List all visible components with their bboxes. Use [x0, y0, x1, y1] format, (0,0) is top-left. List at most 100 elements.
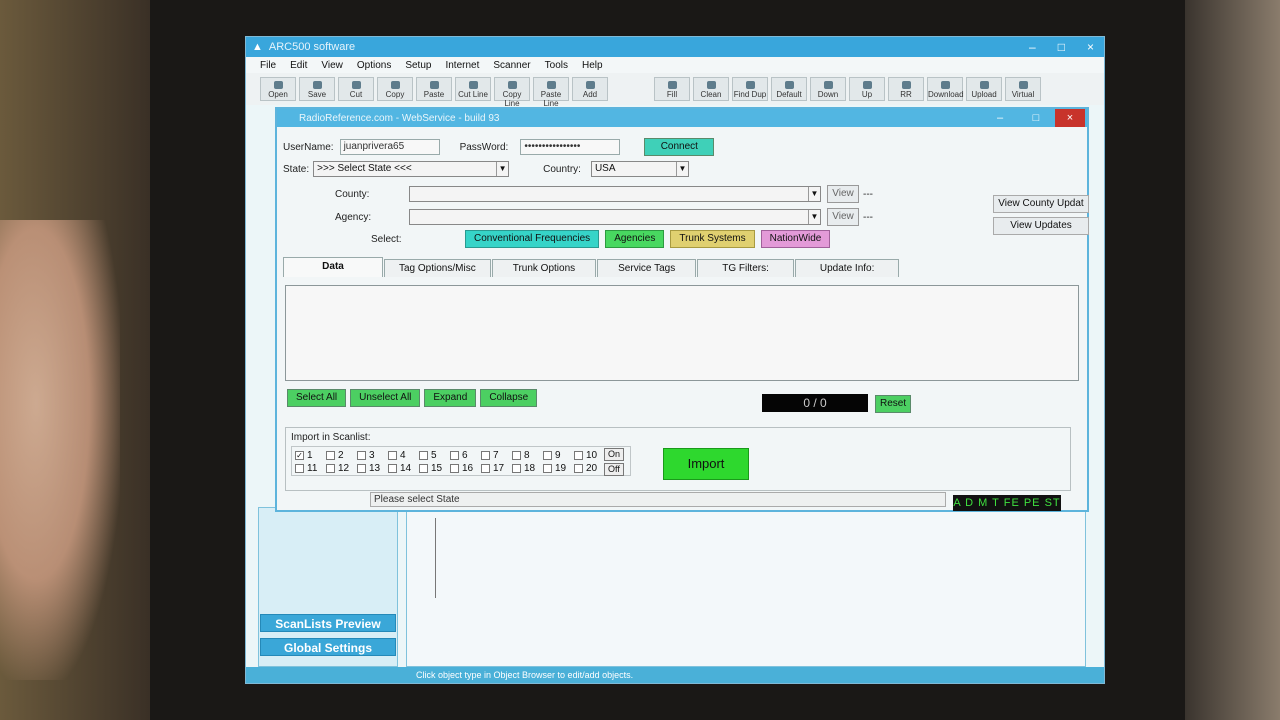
add-button[interactable]: Add: [572, 77, 608, 101]
tab-trunk-options[interactable]: Trunk Options: [491, 259, 597, 277]
scanlist-checkbox[interactable]: 15: [419, 463, 450, 474]
menu-file[interactable]: File: [260, 60, 276, 71]
paste-button[interactable]: Paste: [416, 77, 452, 101]
scanlist-checkbox[interactable]: 20: [574, 463, 605, 474]
scanlist-checkbox[interactable]: 16: [450, 463, 481, 474]
view-county-updates-button[interactable]: View County Updat: [993, 195, 1089, 213]
paste-line-button[interactable]: Paste Line: [533, 77, 569, 108]
nationwide-button[interactable]: NationWide: [760, 230, 831, 248]
close-button[interactable]: ×: [1087, 40, 1094, 54]
menu-tools[interactable]: Tools: [545, 60, 568, 71]
scanlist-number: 14: [400, 463, 412, 474]
scanlist-checkbox[interactable]: 9: [543, 450, 574, 461]
global-settings-button[interactable]: Global Settings: [260, 638, 396, 656]
fill-button[interactable]: Fill: [654, 77, 690, 101]
scanlist-checkbox[interactable]: 2: [326, 450, 357, 461]
scanlist-checkbox[interactable]: 14: [388, 463, 419, 474]
save-button[interactable]: Save: [299, 77, 335, 101]
import-label: Import in Scanlist:: [291, 432, 371, 443]
scanlist-checkbox[interactable]: 3: [357, 450, 388, 461]
import-button[interactable]: Import: [663, 448, 749, 480]
state-select[interactable]: >>> Select State <<< ▼: [313, 161, 510, 177]
checkbox-box: [326, 464, 335, 473]
menu-internet[interactable]: Internet: [445, 60, 479, 71]
menu-help[interactable]: Help: [582, 60, 603, 71]
scanlist-row-1: ✓ 1 2 3 4 5 6 7 8 9 10: [292, 447, 630, 461]
tab-tag-options[interactable]: Tag Options/Misc: [384, 259, 491, 277]
dialog-close-button[interactable]: ×: [1055, 109, 1085, 127]
scanlist-checkbox[interactable]: 8: [512, 450, 543, 461]
scanlist-checkbox[interactable]: 12: [326, 463, 357, 474]
collapse-button[interactable]: Collapse: [480, 389, 538, 407]
scanlist-number: 9: [555, 450, 561, 461]
copy-button[interactable]: Copy: [377, 77, 413, 101]
virtual-button[interactable]: Virtual: [1005, 77, 1041, 101]
scanlist-checkbox[interactable]: 11: [295, 463, 326, 474]
expand-button[interactable]: Expand: [424, 389, 477, 407]
scanlist-checkbox[interactable]: 13: [357, 463, 388, 474]
clean-button[interactable]: Clean: [693, 77, 729, 101]
tab-update-info[interactable]: Update Info:: [794, 259, 900, 277]
chevron-down-icon: ▼: [496, 162, 508, 176]
scanlist-checkbox[interactable]: 19: [543, 463, 574, 474]
country-value: USA: [594, 163, 616, 174]
connect-button[interactable]: Connect: [644, 138, 715, 156]
scanlist-number: 3: [369, 450, 375, 461]
county-label: County:: [335, 188, 370, 200]
select-all-button[interactable]: Select All: [287, 389, 347, 407]
scanlist-checkbox[interactable]: 5: [419, 450, 450, 461]
view-updates-button[interactable]: View Updates: [993, 217, 1089, 235]
tab-data[interactable]: Data: [283, 257, 383, 277]
cut-button[interactable]: Cut: [338, 77, 374, 101]
outer-title: ARC500 software: [268, 41, 356, 53]
copy-line-button[interactable]: Copy Line: [494, 77, 530, 108]
agencies-button[interactable]: Agencies: [605, 230, 665, 248]
scanlist-checkbox[interactable]: 18: [512, 463, 543, 474]
scanlist-number: 6: [462, 450, 468, 461]
upload-button[interactable]: Upload: [966, 77, 1002, 101]
agency-view-button[interactable]: View: [827, 208, 859, 226]
trunk-systems-button[interactable]: Trunk Systems: [670, 230, 755, 248]
scanlist-off-button[interactable]: Off: [604, 463, 624, 476]
default-button[interactable]: Default: [771, 77, 807, 101]
scanlist-checkbox[interactable]: 17: [481, 463, 512, 474]
agency-select[interactable]: ▼: [409, 209, 821, 225]
scanlist-checkbox[interactable]: 7: [481, 450, 512, 461]
conventional-frequencies-button[interactable]: Conventional Frequencies: [465, 230, 600, 248]
scanlist-number: 11: [307, 463, 318, 474]
dialog-minimize-button[interactable]: –: [985, 109, 1015, 127]
scanlist-checkbox[interactable]: ✓ 1: [295, 450, 326, 461]
password-input[interactable]: ••••••••••••••••: [520, 139, 621, 155]
county-select[interactable]: ▼: [409, 186, 821, 202]
tab-tg-filters[interactable]: TG Filters:: [697, 259, 794, 277]
menu-scanner[interactable]: Scanner: [493, 60, 530, 71]
tab-service-tags[interactable]: Service Tags: [597, 259, 697, 277]
download-button[interactable]: Download: [927, 77, 964, 101]
minimize-button[interactable]: –: [1029, 40, 1036, 54]
scanlists-preview-button[interactable]: ScanLists Preview: [260, 614, 396, 632]
scanlist-checkbox[interactable]: 4: [388, 450, 419, 461]
status-flags: A D M T FE PE ST: [953, 495, 1061, 511]
menu-edit[interactable]: Edit: [290, 60, 307, 71]
dialog-maximize-button[interactable]: □: [1021, 109, 1051, 127]
rr-button[interactable]: RR: [888, 77, 924, 101]
scanlist-checkbox[interactable]: 6: [450, 450, 481, 461]
scanlist-checkbox[interactable]: 10: [574, 450, 605, 461]
cut-line-button[interactable]: Cut Line: [455, 77, 491, 101]
menu-options[interactable]: Options: [357, 60, 391, 71]
open-button[interactable]: Open: [260, 77, 296, 101]
down-button[interactable]: Down: [810, 77, 846, 101]
unselect-all-button[interactable]: Unselect All: [350, 389, 421, 407]
scanlist-on-button[interactable]: On: [604, 448, 625, 461]
username-input[interactable]: juanprivera65: [339, 139, 440, 155]
county-view-button[interactable]: View: [827, 185, 859, 203]
find-dup-button[interactable]: Find Dup: [732, 77, 768, 101]
menu-view[interactable]: View: [321, 60, 343, 71]
up-button[interactable]: Up: [849, 77, 885, 101]
checkbox-box: [512, 451, 521, 460]
menu-setup[interactable]: Setup: [405, 60, 431, 71]
data-tree[interactable]: [285, 285, 1079, 381]
reset-button[interactable]: Reset: [875, 395, 912, 413]
country-select[interactable]: USA ▼: [590, 161, 689, 177]
maximize-button[interactable]: □: [1058, 40, 1065, 54]
